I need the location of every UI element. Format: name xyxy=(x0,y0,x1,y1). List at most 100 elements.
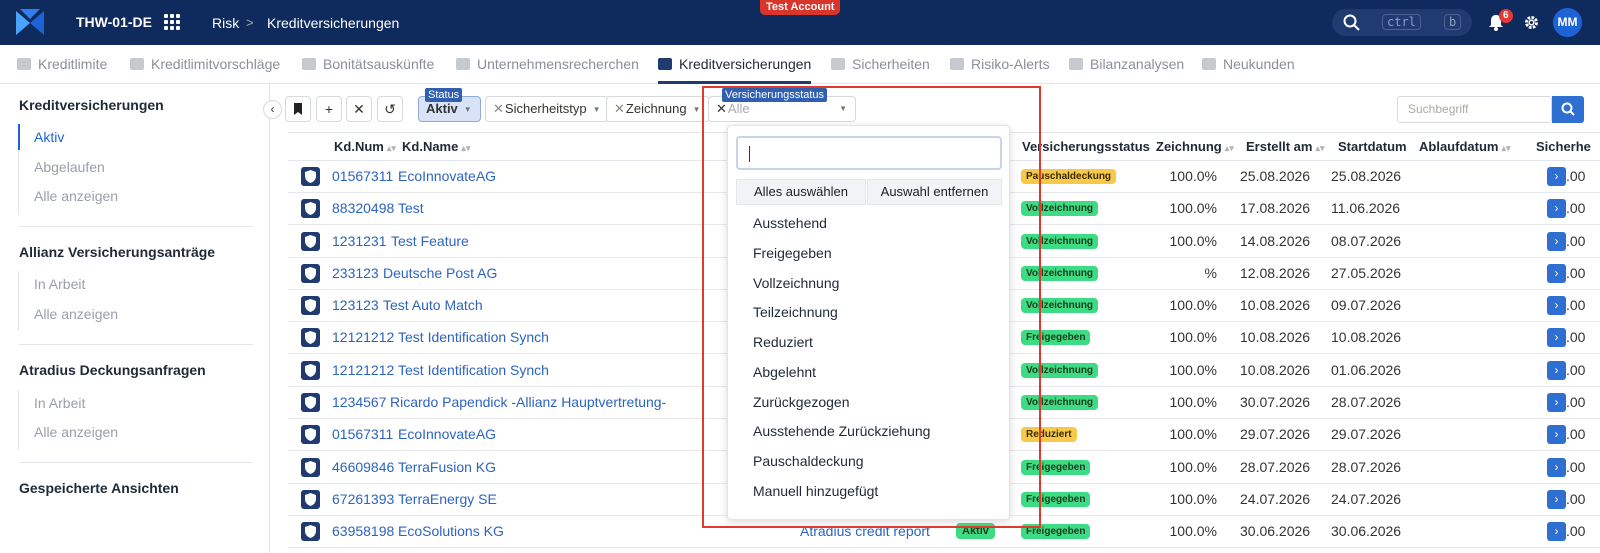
kdname-link[interactable]: EcoInnovateAG xyxy=(398,426,496,442)
kdname-link[interactable]: Test Auto Match xyxy=(383,297,483,313)
sidebar-item-abgelaufen[interactable]: Abgelaufen xyxy=(34,159,105,175)
shield-icon[interactable] xyxy=(301,328,320,347)
kdname-link[interactable]: Ricardo Papendick -Allianz Hauptvertretu… xyxy=(390,394,666,410)
tab-kreditversicherungen[interactable]: Kreditversicherungen xyxy=(658,45,812,84)
kdname-link[interactable]: TerraEnergy SE xyxy=(398,491,497,507)
open-detail-button[interactable]: › xyxy=(1547,490,1566,509)
sicherheit-value: .00 xyxy=(1566,362,1586,378)
app-grid-icon[interactable] xyxy=(164,14,180,30)
tab-bilanzanalysen[interactable]: Bilanzanalysen xyxy=(1069,45,1184,84)
kdname-link[interactable]: EcoSolutions KG xyxy=(398,523,504,539)
sidebar-section-title[interactable]: Gespeicherte Ansichten xyxy=(19,480,179,496)
reset-button[interactable]: ↺ xyxy=(377,96,403,122)
table-search-button[interactable] xyxy=(1552,96,1584,123)
kdnum-link[interactable]: 233123 xyxy=(332,265,379,281)
kdnum-link[interactable]: 12121212 xyxy=(332,329,394,345)
open-detail-button[interactable]: › xyxy=(1547,167,1566,186)
kdname-link[interactable]: TerraFusion KG xyxy=(398,459,496,475)
sidebar-item-in-arbeit[interactable]: In Arbeit xyxy=(34,276,85,292)
kdname-link[interactable]: Deutsche Post AG xyxy=(383,265,497,281)
global-search[interactable]: ctrl b xyxy=(1332,9,1472,36)
kdname-link[interactable]: Test xyxy=(398,200,424,216)
tenant-name[interactable]: THW-01-DE xyxy=(76,14,152,30)
kdname-link[interactable]: Test Feature xyxy=(391,233,469,249)
column-header-sicherheit[interactable]: Sicherhe xyxy=(1536,139,1591,154)
kdnum-link[interactable]: 88320498 xyxy=(332,200,394,216)
column-header-startdatum[interactable]: Startdatum xyxy=(1338,139,1407,154)
tab-neukunden[interactable]: Neukunden xyxy=(1202,45,1295,84)
tab-kreditlimitvorschlaege[interactable]: Kreditlimitvorschläge xyxy=(130,45,280,84)
shield-icon[interactable] xyxy=(301,522,320,541)
start-date: 11.06.2026 xyxy=(1331,200,1401,216)
kdname-link[interactable]: EcoInnovateAG xyxy=(398,168,496,184)
add-button[interactable]: + xyxy=(316,96,342,122)
open-detail-button[interactable]: › xyxy=(1547,328,1566,347)
kdnum-link[interactable]: 01567311 xyxy=(332,426,393,442)
column-header-kdnum[interactable]: Kd.Num ▴▾ xyxy=(334,139,396,154)
sidebar-item-alle-anzeigen[interactable]: Alle anzeigen xyxy=(34,424,118,440)
column-header-zeichnung[interactable]: Zeichnung ▴▾ xyxy=(1156,139,1234,154)
shield-icon[interactable] xyxy=(301,296,320,315)
open-detail-button[interactable]: › xyxy=(1547,232,1566,251)
table-search-input[interactable]: Suchbegriff xyxy=(1397,96,1552,123)
open-detail-button[interactable]: › xyxy=(1547,425,1566,444)
shield-icon[interactable] xyxy=(301,232,320,251)
kdnum-link[interactable]: 12121212 xyxy=(332,362,394,378)
open-detail-button[interactable]: › xyxy=(1547,458,1566,477)
sidebar-item-in-arbeit[interactable]: In Arbeit xyxy=(34,395,85,411)
kdnum-link[interactable]: 46609846 xyxy=(332,459,394,475)
column-header-kdname[interactable]: Kd.Name ▴▾ xyxy=(402,139,470,154)
kdname-link[interactable]: Test Identification Synch xyxy=(398,329,549,345)
open-detail-button[interactable]: › xyxy=(1547,522,1566,541)
open-detail-button[interactable]: › xyxy=(1547,361,1566,380)
sidebar-item-aktiv[interactable]: Aktiv xyxy=(34,129,64,145)
kdnum-link[interactable]: 63958198 xyxy=(332,523,394,539)
shield-icon[interactable] xyxy=(301,393,320,412)
open-detail-button[interactable]: › xyxy=(1547,393,1566,412)
shield-icon[interactable] xyxy=(301,199,320,218)
bookmark-button[interactable] xyxy=(285,96,311,122)
user-avatar[interactable]: MM xyxy=(1553,8,1582,37)
open-detail-button[interactable]: › xyxy=(1547,296,1566,315)
start-date: 09.07.2026 xyxy=(1331,297,1402,313)
sicherheitstyp-filter[interactable]: ✕Sicherheitstyp ▼ xyxy=(485,96,610,122)
remove-filter-icon[interactable]: ✕ xyxy=(493,101,504,116)
erstellt-date: 14.08.2026 xyxy=(1240,233,1311,249)
kdname-link[interactable]: Test Identification Synch xyxy=(398,362,549,378)
tab-sicherheiten[interactable]: Sicherheiten xyxy=(831,45,930,84)
kdnum-link[interactable]: 123123 xyxy=(332,297,379,313)
kdnum-link[interactable]: 01567311 xyxy=(332,168,393,184)
shield-icon[interactable] xyxy=(301,361,320,380)
shield-icon[interactable] xyxy=(301,490,320,509)
sidebar-item-alle-anzeigen[interactable]: Alle anzeigen xyxy=(34,306,118,322)
settings-gear-icon[interactable] xyxy=(1523,14,1540,31)
clear-filters-button[interactable]: ✕ xyxy=(346,96,372,122)
search-icon xyxy=(1561,102,1575,116)
remove-filter-icon[interactable]: ✕ xyxy=(614,101,625,116)
open-detail-button[interactable]: › xyxy=(1547,264,1566,283)
kdnum-link[interactable]: 1231231 xyxy=(332,233,387,249)
shield-icon[interactable] xyxy=(301,458,320,477)
breadcrumb-risk[interactable]: Risk xyxy=(212,15,239,31)
app-logo-icon[interactable] xyxy=(14,7,46,39)
refresh-icon: ↺ xyxy=(384,101,396,117)
sidebar-item-alle-anzeigen[interactable]: Alle anzeigen xyxy=(34,188,118,204)
tab-risiko-alerts[interactable]: Risiko-Alerts xyxy=(950,45,1050,84)
kdnum-link[interactable]: 1234567 xyxy=(332,394,387,410)
sidebar-divider xyxy=(19,344,253,345)
collapse-sidebar-button[interactable]: ‹ xyxy=(263,100,282,119)
notification-count-badge: 6 xyxy=(1499,9,1513,23)
open-detail-button[interactable]: › xyxy=(1547,199,1566,218)
tab-kreditlimite[interactable]: Kreditlimite xyxy=(17,45,107,84)
kdnum-link[interactable]: 67261393 xyxy=(332,491,394,507)
zeichnung-filter[interactable]: ✕Zeichnung ▼ xyxy=(606,96,710,122)
shield-icon[interactable] xyxy=(301,425,320,444)
column-header-ablaufdatum[interactable]: Ablaufdatum ▴▾ xyxy=(1419,139,1511,154)
shield-icon[interactable] xyxy=(301,264,320,283)
alarm-icon xyxy=(950,58,964,70)
column-header-erstellt[interactable]: Erstellt am ▴▾ xyxy=(1246,139,1325,154)
column-header-versicherungsstatus[interactable]: Versicherungsstatus xyxy=(1022,139,1150,154)
shield-icon[interactable] xyxy=(301,167,320,186)
tab-bonitaetsauskuenfte[interactable]: Bonitätsauskünfte xyxy=(302,45,434,84)
tab-unternehmensrecherchen[interactable]: Unternehmensrecherchen xyxy=(456,45,639,84)
